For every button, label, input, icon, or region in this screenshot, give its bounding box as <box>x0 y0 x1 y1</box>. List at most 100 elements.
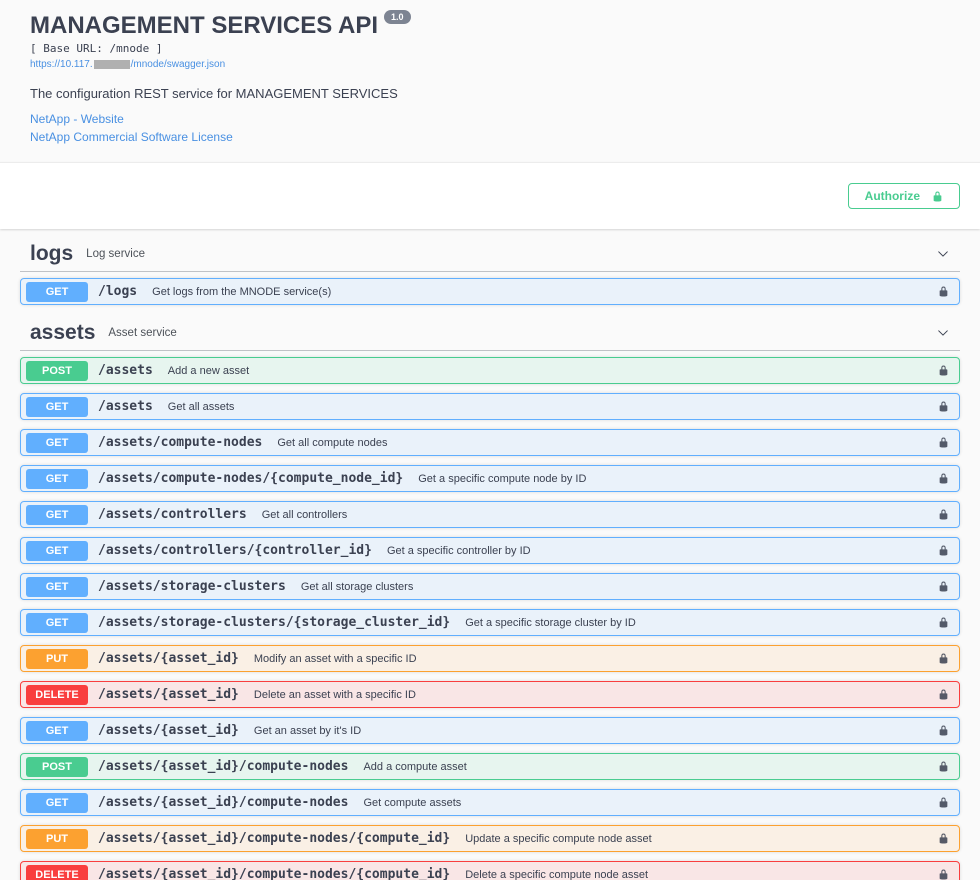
operations-container: logs Log service GET /logs Get logs from… <box>0 229 980 880</box>
operation-summary: Get a specific compute node by ID <box>418 473 586 485</box>
operation-path: /assets/compute-nodes/{compute_node_id} <box>98 471 403 486</box>
chevron-down-icon <box>936 247 950 261</box>
operation-path: /assets/storage-clusters/{storage_cluste… <box>98 615 450 630</box>
operation-path: /assets/{asset_id}/compute-nodes <box>98 795 348 810</box>
lock-icon <box>932 191 943 202</box>
title-row: MANAGEMENT SERVICES API 1.0 <box>30 12 950 40</box>
operation-summary: Add a compute asset <box>363 761 466 773</box>
section-title: logs <box>30 242 73 266</box>
operation-summary: Delete an asset with a specific ID <box>254 689 416 701</box>
operation-row[interactable]: GET /assets/compute-nodes Get all comput… <box>20 429 960 456</box>
operation-row[interactable]: GET /assets Get all assets <box>20 393 960 420</box>
method-badge: DELETE <box>26 685 88 705</box>
operation-summary: Get all controllers <box>262 509 348 521</box>
operation-row[interactable]: GET /assets/{asset_id} Get an asset by i… <box>20 717 960 744</box>
operation-row[interactable]: GET /logs Get logs from the MNODE servic… <box>20 278 960 305</box>
operation-path: /assets/{asset_id} <box>98 687 239 702</box>
spec-url-prefix: https://10.117. <box>30 59 93 70</box>
lock-icon[interactable] <box>938 365 949 376</box>
section-header[interactable]: logs Log service <box>20 235 960 272</box>
operation-path: /assets/controllers <box>98 507 247 522</box>
lock-icon[interactable] <box>938 833 949 844</box>
lock-icon[interactable] <box>938 725 949 736</box>
api-info: MANAGEMENT SERVICES API 1.0 [ Base URL: … <box>0 0 980 162</box>
operation-path: /assets/compute-nodes <box>98 435 262 450</box>
lock-icon[interactable] <box>938 761 949 772</box>
method-badge: DELETE <box>26 865 88 880</box>
operation-row[interactable]: GET /assets/storage-clusters/{storage_cl… <box>20 609 960 636</box>
operation-summary: Modify an asset with a specific ID <box>254 653 417 665</box>
lock-icon[interactable] <box>938 509 949 520</box>
operation-summary: Get all compute nodes <box>277 437 387 449</box>
operation-row[interactable]: POST /assets Add a new asset <box>20 357 960 384</box>
lock-icon[interactable] <box>938 689 949 700</box>
section-header[interactable]: assets Asset service <box>20 314 960 351</box>
operation-row[interactable]: DELETE /assets/{asset_id} Delete an asse… <box>20 681 960 708</box>
operation-row[interactable]: GET /assets/{asset_id}/compute-nodes Get… <box>20 789 960 816</box>
operation-row[interactable]: GET /assets/storage-clusters Get all sto… <box>20 573 960 600</box>
operation-summary: Get all storage clusters <box>301 581 414 593</box>
lock-icon[interactable] <box>938 617 949 628</box>
lock-icon[interactable] <box>938 869 949 880</box>
method-badge: GET <box>26 505 88 525</box>
version-badge: 1.0 <box>384 10 411 24</box>
operation-row[interactable]: POST /assets/{asset_id}/compute-nodes Ad… <box>20 753 960 780</box>
method-badge: GET <box>26 282 88 302</box>
section-title: assets <box>30 321 95 345</box>
page-title: MANAGEMENT SERVICES API <box>30 12 378 40</box>
operation-row[interactable]: GET /assets/controllers/{controller_id} … <box>20 537 960 564</box>
lock-icon[interactable] <box>938 653 949 664</box>
lock-icon[interactable] <box>938 797 949 808</box>
operation-summary: Get a specific storage cluster by ID <box>465 617 636 629</box>
method-badge: GET <box>26 469 88 489</box>
operation-summary: Add a new asset <box>168 365 249 377</box>
operation-row[interactable]: GET /assets/compute-nodes/{compute_node_… <box>20 465 960 492</box>
lock-icon[interactable] <box>938 401 949 412</box>
method-badge: PUT <box>26 829 88 849</box>
operation-row[interactable]: PUT /assets/{asset_id}/compute-nodes/{co… <box>20 825 960 852</box>
lock-icon[interactable] <box>938 545 949 556</box>
operation-path: /assets/{asset_id}/compute-nodes <box>98 759 348 774</box>
operation-summary: Update a specific compute node asset <box>465 833 652 845</box>
operation-path: /assets/{asset_id} <box>98 651 239 666</box>
operation-path: /assets/controllers/{controller_id} <box>98 543 372 558</box>
operation-path: /assets/{asset_id} <box>98 723 239 738</box>
base-url: [ Base URL: /mnode ] <box>30 42 950 55</box>
website-link[interactable]: NetApp - Website <box>30 112 124 126</box>
section-operations: POST /assets Add a new asset GET /assets… <box>20 351 960 880</box>
operation-summary: Delete a specific compute node asset <box>465 869 648 880</box>
method-badge: GET <box>26 541 88 561</box>
operation-summary: Get all assets <box>168 401 235 413</box>
method-badge: GET <box>26 397 88 417</box>
lock-icon[interactable] <box>938 286 949 297</box>
redacted-text <box>94 60 130 69</box>
operation-row[interactable]: DELETE /assets/{asset_id}/compute-nodes/… <box>20 861 960 880</box>
operation-row[interactable]: GET /assets/controllers Get all controll… <box>20 501 960 528</box>
authorize-label: Authorize <box>865 189 920 203</box>
authorize-button[interactable]: Authorize <box>848 183 960 209</box>
operation-path: /assets/{asset_id}/compute-nodes/{comput… <box>98 867 450 880</box>
operation-row[interactable]: PUT /assets/{asset_id} Modify an asset w… <box>20 645 960 672</box>
operation-path: /assets/storage-clusters <box>98 579 286 594</box>
operation-path: /assets/{asset_id}/compute-nodes/{comput… <box>98 831 450 846</box>
operation-path: /logs <box>98 284 137 299</box>
section-description: Log service <box>86 248 145 260</box>
lock-icon[interactable] <box>938 581 949 592</box>
api-section: assets Asset service POST /assets Add a … <box>20 314 960 880</box>
method-badge: GET <box>26 577 88 597</box>
section-description: Asset service <box>108 327 176 339</box>
section-operations: GET /logs Get logs from the MNODE servic… <box>20 272 960 305</box>
operation-summary: Get an asset by it's ID <box>254 725 361 737</box>
scheme-container: Authorize <box>0 162 980 229</box>
api-section: logs Log service GET /logs Get logs from… <box>20 235 960 305</box>
license-link[interactable]: NetApp Commercial Software License <box>30 130 233 144</box>
chevron-down-icon <box>936 326 950 340</box>
operation-summary: Get compute assets <box>363 797 461 809</box>
spec-url-link[interactable]: https://10.117. /mnode/swagger.json <box>30 59 225 70</box>
spec-url-suffix: /mnode/swagger.json <box>131 59 226 70</box>
lock-icon[interactable] <box>938 437 949 448</box>
api-description: The configuration REST service for MANAG… <box>30 86 950 101</box>
lock-icon[interactable] <box>938 473 949 484</box>
operation-summary: Get logs from the MNODE service(s) <box>152 286 331 298</box>
method-badge: POST <box>26 361 88 381</box>
